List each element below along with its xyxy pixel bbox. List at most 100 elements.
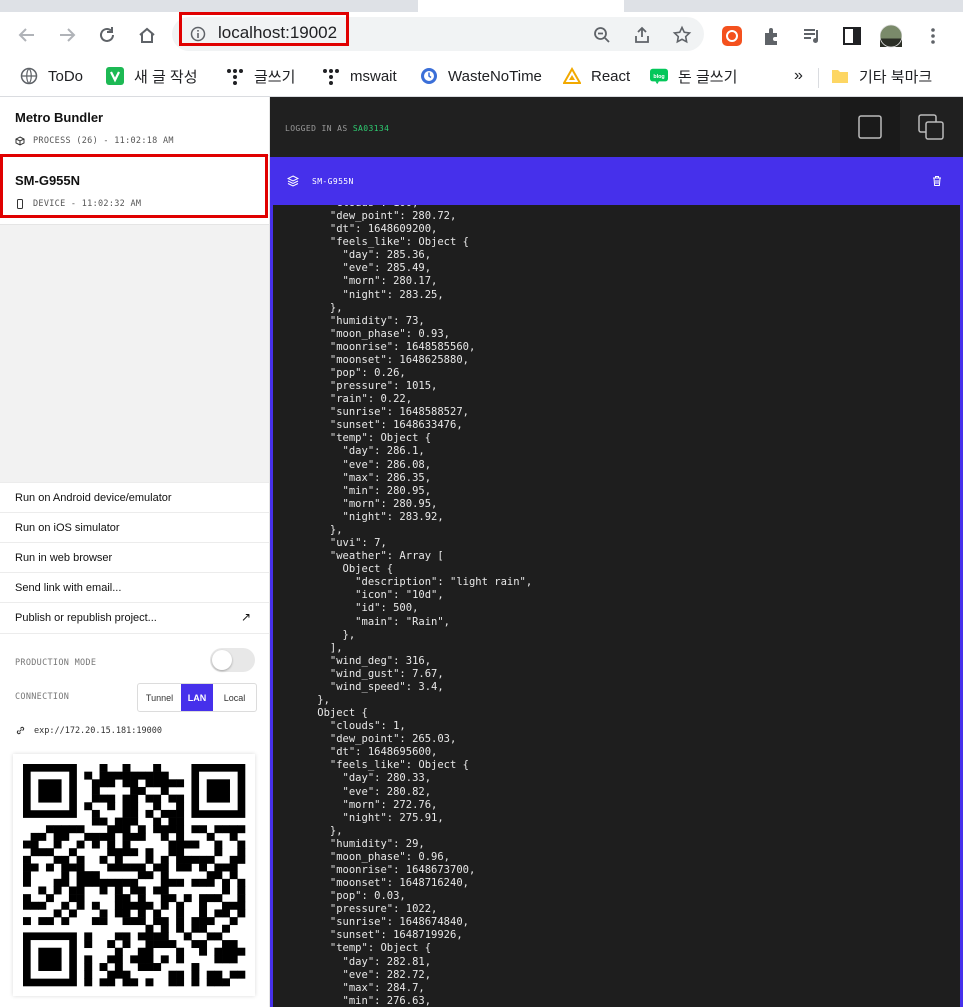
qr-code-image — [23, 764, 246, 987]
bookmark-label: WasteNoTime — [448, 67, 542, 85]
log-line: "main": "Rain", — [273, 615, 451, 628]
sidebar-empty-area — [0, 224, 269, 482]
log-line: "feels_like": Object { — [273, 759, 469, 772]
log-line: }, — [273, 301, 343, 314]
bookmark-wastenotime[interactable]: WasteNoTime — [420, 64, 542, 88]
browser-menu-icon[interactable] — [922, 25, 944, 47]
reload-icon[interactable] — [96, 24, 118, 46]
log-line: ], — [273, 641, 343, 654]
cube-icon — [15, 136, 25, 146]
log-line: "temp": Object { — [273, 942, 432, 955]
connection-tunnel[interactable]: Tunnel — [138, 684, 181, 711]
connection-local[interactable]: Local — [213, 684, 256, 711]
log-line: "min": 280.95, — [273, 484, 432, 497]
connection-label: CONNECTION — [15, 692, 70, 702]
exp-url-text: exp://172.20.15.181:19000 — [34, 725, 162, 736]
extensions-puzzle-icon[interactable] — [761, 25, 783, 47]
bookmark-new-post[interactable]: 새 글 작성 — [106, 64, 198, 88]
trash-icon[interactable] — [931, 175, 943, 187]
log-line: "moonrise": 1648585560, — [273, 340, 476, 353]
log-line: "pop": 0.03, — [273, 890, 406, 903]
bookmark-label: 돈 글쓰기 — [678, 68, 738, 86]
log-lines: "clouds": 100, "dew_point": 280.72, "dt"… — [273, 205, 960, 1007]
bookmark-todo[interactable]: ToDo — [20, 64, 83, 88]
log-line: }, — [273, 824, 343, 837]
globe-icon — [20, 67, 38, 85]
log-line: "night": 283.92, — [273, 510, 444, 523]
bookmark-write[interactable]: 글쓰기 — [226, 64, 295, 88]
forward-icon[interactable] — [56, 24, 78, 46]
v-icon — [106, 67, 124, 85]
run-ios-button[interactable]: Run on iOS simulator — [0, 512, 269, 543]
bookmarks-bar: ToDo 새 글 작성 글쓰기 mswait WasteNoTime React… — [0, 58, 963, 97]
extension-record-icon[interactable] — [721, 25, 743, 47]
home-icon[interactable] — [136, 24, 158, 46]
side-panel-icon[interactable] — [841, 25, 863, 47]
zoom-icon[interactable] — [592, 25, 612, 45]
share-icon[interactable] — [632, 25, 652, 45]
exp-url-row[interactable]: exp://172.20.15.181:19000 — [15, 725, 162, 736]
bookmark-other-folder[interactable]: 기타 북마크 — [831, 64, 932, 88]
log-line: "day": 280.33, — [273, 772, 432, 785]
log-line: "clouds": 1, — [273, 720, 406, 733]
connection-lan[interactable]: LAN — [181, 684, 213, 711]
media-queue-icon[interactable] — [801, 25, 823, 47]
run-web-button[interactable]: Run in web browser — [0, 542, 269, 573]
action-label: Run on iOS simulator — [15, 522, 120, 534]
send-link-button[interactable]: Send link with email... — [0, 572, 269, 603]
logged-in-status: LOGGED IN AS SA03134 — [285, 124, 389, 133]
log-line: "day": 286.1, — [273, 445, 425, 458]
log-line: "sunset": 1648719926, — [273, 929, 463, 942]
action-label: Publish or republish project... — [15, 612, 157, 624]
profile-avatar-icon[interactable] — [880, 24, 902, 48]
log-output[interactable]: "clouds": 100, "dew_point": 280.72, "dt"… — [270, 205, 963, 1007]
single-panel-button[interactable] — [840, 97, 900, 157]
log-line: "morn": 280.95, — [273, 497, 438, 510]
log-line: "night": 275.91, — [273, 811, 444, 824]
log-line: "humidity": 73, — [273, 314, 425, 327]
log-line: "moonset": 1648716240, — [273, 877, 469, 890]
log-line: "icon": "10d", — [273, 589, 444, 602]
tab-strip — [0, 0, 963, 12]
run-android-button[interactable]: Run on Android device/emulator — [0, 482, 269, 513]
log-line: "humidity": 29, — [273, 837, 425, 850]
bookmark-mswait[interactable]: mswait — [322, 64, 397, 88]
log-line: "uvi": 7, — [273, 537, 387, 550]
production-mode-toggle[interactable] — [210, 648, 255, 672]
log-line: "night": 283.25, — [273, 288, 444, 301]
square-icon — [858, 115, 882, 139]
bookmark-label: 기타 북마크 — [859, 68, 933, 86]
more-bookmarks-button[interactable]: » — [794, 64, 803, 88]
blog-icon: blog — [650, 67, 668, 85]
logs-topbar: LOGGED IN AS SA03134 — [270, 97, 963, 157]
metro-bundler-item[interactable]: Metro Bundler PROCESS (26) - 11:02:18 AM — [0, 97, 269, 156]
bookmark-react[interactable]: React — [563, 64, 630, 88]
log-line: "pop": 0.26, — [273, 367, 406, 380]
publish-button[interactable]: Publish or republish project... ↗ — [0, 602, 269, 634]
log-line: "pressure": 1015, — [273, 380, 438, 393]
log-line: }, — [273, 628, 356, 641]
back-icon[interactable] — [16, 24, 38, 46]
layers-icon — [287, 175, 299, 187]
log-line: }, — [273, 523, 343, 536]
bookmark-label: mswait — [350, 67, 397, 85]
username: SA03134 — [352, 124, 390, 133]
log-line: "rain": 0.22, — [273, 393, 413, 406]
log-line: "sunrise": 1648588527, — [273, 406, 469, 419]
bookmark-money-write[interactable]: blog 돈 글쓰기 — [650, 64, 737, 88]
log-line: "wind_deg": 316, — [273, 654, 432, 667]
log-line: "moon_phase": 0.96, — [273, 850, 451, 863]
log-line: "day": 282.81, — [273, 955, 432, 968]
split-panel-button[interactable] — [901, 97, 961, 157]
log-line: "moon_phase": 0.93, — [273, 327, 451, 340]
log-line: Object { — [273, 563, 394, 576]
log-line: "moonrise": 1648673700, — [273, 863, 476, 876]
log-line: "dt": 1648609200, — [273, 223, 438, 236]
active-tab[interactable] — [418, 0, 624, 12]
log-line: "weather": Array [ — [273, 550, 444, 563]
dots-icon — [226, 67, 244, 85]
folder-icon — [831, 67, 849, 85]
url-highlight-box — [179, 12, 349, 46]
bookmark-label: 새 글 작성 — [134, 68, 198, 86]
bookmark-star-icon[interactable] — [672, 25, 692, 45]
